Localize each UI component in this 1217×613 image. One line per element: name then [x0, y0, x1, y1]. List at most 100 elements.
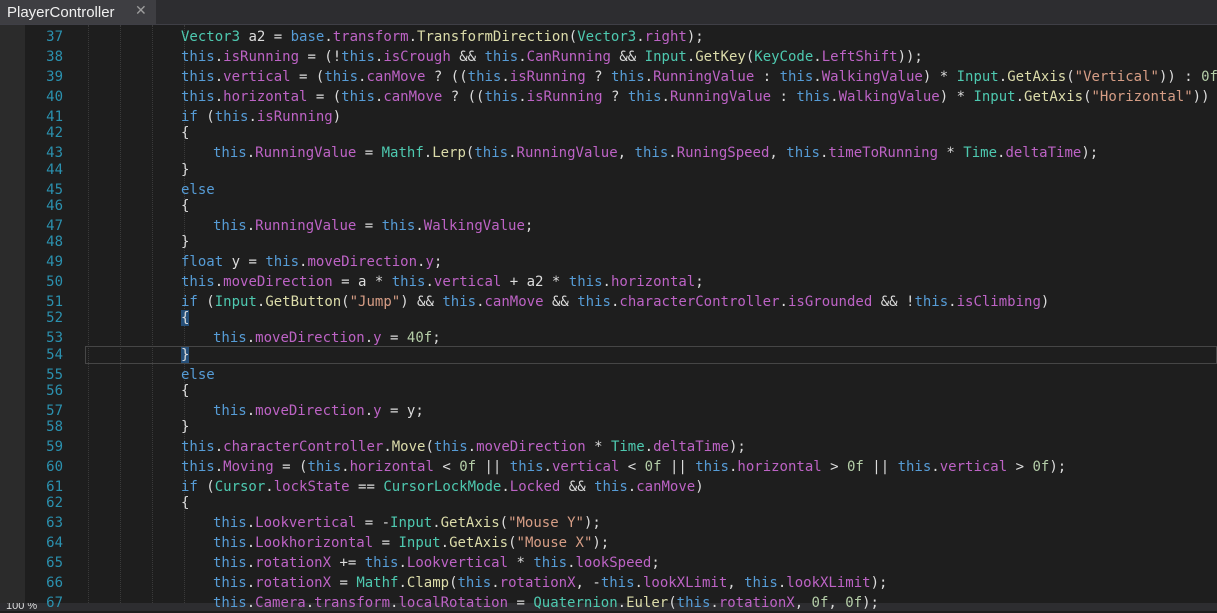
code-token: vertical [551, 459, 620, 475]
code-line[interactable]: this.characterController.Move(this.moveD… [181, 437, 746, 457]
line-number: 59 [46, 439, 63, 455]
code-line[interactable]: { [181, 196, 189, 216]
code-line[interactable]: this.Camera.transform.localRotation = Qu… [213, 593, 879, 613]
code-line[interactable]: } [181, 160, 189, 180]
code-token: . [501, 69, 510, 85]
code-line[interactable]: this.rotationX += this.Lookvertical * th… [213, 553, 660, 573]
code-line[interactable]: { [181, 308, 190, 328]
code-token: . [467, 439, 477, 455]
editor-margin [0, 25, 25, 603]
code-token: y [373, 403, 382, 419]
code-token: CanRunning [526, 49, 611, 65]
code-token: this [213, 145, 247, 161]
code-token: ); [870, 575, 888, 591]
code-line[interactable]: float y = this.moveDirection.y; [181, 252, 442, 272]
code-line[interactable]: this.Lookhorizontal = Input.GetAxis("Mou… [213, 533, 609, 553]
code-token: lookXLimit [786, 575, 871, 591]
line-number: 42 [46, 125, 63, 141]
code-token: == [349, 479, 384, 495]
line-number: 49 [46, 254, 63, 270]
code-token: Lookvertical [406, 555, 509, 571]
code-token: y [425, 254, 434, 270]
code-token: } [181, 347, 190, 363]
code-token: deltaTime [653, 439, 729, 455]
code-line[interactable]: this.moveDirection.y = y; [213, 401, 424, 421]
code-line[interactable]: this.rotationX = Mathf.Clamp(this.rotati… [213, 573, 887, 593]
code-token: horizontal [349, 459, 434, 475]
code-token: canMove [484, 294, 544, 310]
code-token: . [246, 330, 256, 346]
code-token: . [248, 109, 257, 125]
line-number: 60 [46, 459, 63, 475]
code-token: ); [583, 515, 601, 531]
code-line[interactable]: this.Moving = (this.horizontal < 0f || t… [181, 457, 1066, 477]
code-line[interactable]: if (this.isRunning) [181, 107, 341, 127]
code-token: && [543, 294, 578, 310]
code-token: this [341, 49, 375, 65]
code-line[interactable]: { [181, 123, 189, 143]
code-token: = [508, 595, 534, 611]
code-token: ; [433, 254, 443, 270]
line-number: 63 [46, 515, 63, 531]
code-token: this [213, 595, 247, 611]
code-token: ( [341, 294, 350, 310]
code-token: ( [1083, 89, 1092, 105]
code-token: . [425, 274, 434, 290]
code-token: )) : [1158, 69, 1202, 85]
code-token: . [214, 69, 224, 85]
code-token: = ( [273, 459, 308, 475]
code-line[interactable]: if (Input.GetButton("Jump") && this.canM… [181, 292, 1049, 312]
code-token: this [610, 69, 645, 85]
code-line[interactable]: this.RunningValue = Mathf.Lerp(this.Runn… [213, 143, 1098, 163]
code-token: = (! [299, 49, 342, 65]
code-token: this [181, 274, 215, 290]
editor-tab-playercontroller[interactable]: PlayerController ✕ [0, 0, 156, 24]
code-token: . [998, 69, 1008, 85]
close-icon[interactable]: ✕ [135, 3, 147, 19]
code-token: ) * [922, 69, 957, 85]
code-token: isRunning [223, 49, 300, 65]
code-token: float [181, 254, 224, 270]
code-token: ( [745, 49, 755, 65]
code-token: this [181, 459, 215, 475]
line-number: 56 [46, 383, 63, 399]
code-token: < [433, 459, 460, 475]
code-line[interactable]: Vector3 a2 = base.transform.TransformDir… [181, 27, 704, 47]
line-number: 66 [46, 575, 63, 591]
code-line[interactable]: this.RunningValue = this.WalkingValue; [213, 216, 533, 236]
code-line[interactable]: this.isRunning = (!this.isCrough && this… [181, 47, 923, 67]
code-token: . [265, 479, 274, 495]
code-line[interactable]: { [181, 493, 189, 513]
code-token: && [560, 479, 595, 495]
code-token: KeyCode [754, 49, 814, 65]
code-line[interactable]: this.horizontal = (this.canMove ? ((this… [181, 87, 1217, 107]
code-token: . [246, 403, 256, 419]
code-line[interactable]: this.Lookvertical = -Input.GetAxis("Mous… [213, 513, 601, 533]
code-token: , [727, 575, 745, 591]
code-line[interactable]: } [181, 232, 189, 252]
code-token: . [432, 515, 441, 531]
code-token: . [383, 439, 392, 455]
code-token: lookXLimit [642, 575, 728, 591]
code-token: right [644, 29, 687, 45]
code-token: && ! [872, 294, 915, 310]
code-line[interactable]: } [181, 417, 189, 437]
code-token: . [948, 294, 957, 310]
code-token: . [518, 89, 527, 105]
code-token: ? [585, 69, 611, 85]
code-token: GetKey [695, 49, 746, 65]
code-token: || [476, 459, 510, 475]
code-line[interactable]: this.moveDirection.y = 40f; [213, 328, 441, 348]
code-line[interactable]: } [181, 345, 190, 365]
code-token: Lerp [432, 145, 466, 161]
code-line[interactable]: this.vertical = (this.canMove ? ((this.i… [181, 67, 1217, 87]
code-line[interactable]: this.moveDirection = a * this.vertical +… [181, 272, 704, 292]
code-token: . [779, 294, 788, 310]
code-token: ) [1040, 294, 1050, 310]
code-token: . [214, 49, 224, 65]
code-line[interactable]: if (Cursor.lockState == CursorLockMode.L… [181, 477, 704, 497]
code-token: this [600, 575, 635, 591]
code-line[interactable]: { [181, 381, 189, 401]
code-token: . [324, 29, 333, 45]
code-token: . [246, 595, 256, 611]
